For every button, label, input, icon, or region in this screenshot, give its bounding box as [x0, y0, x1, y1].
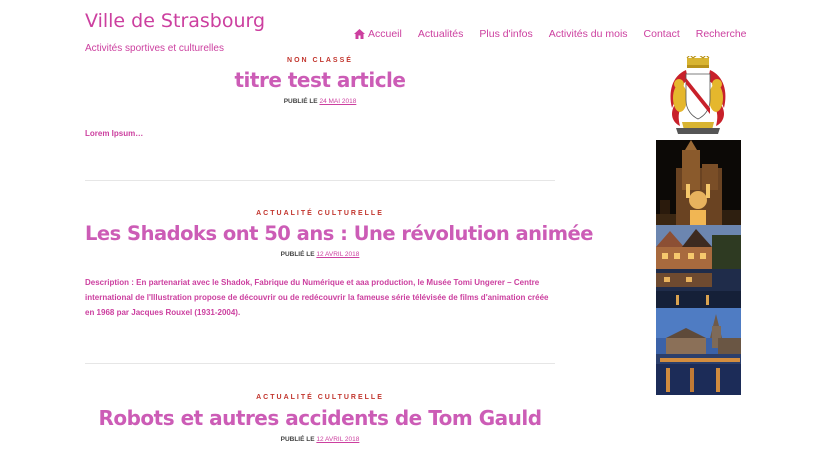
nav-item-accueil[interactable]: Accueil — [354, 28, 402, 40]
petite-france-photo — [656, 225, 741, 308]
post-meta-prefix: PUBLIÉ LE — [280, 436, 315, 443]
post-divider — [85, 180, 555, 181]
post-category[interactable]: ACTUALITÉ CULTURELLE — [85, 394, 555, 401]
post-date[interactable]: 12 AVRIL 2018 — [316, 251, 359, 258]
nav-item-actualites[interactable]: Actualités — [418, 28, 464, 40]
post-title[interactable]: Les Shadoks ont 50 ans : Une révolution … — [85, 222, 594, 245]
nav-item-activites-mois[interactable]: Activités du mois — [549, 28, 628, 40]
coat-of-arms-icon — [670, 56, 726, 134]
cathedral-night-photo — [656, 140, 741, 225]
post-category[interactable]: NON CLASSÉ — [85, 57, 555, 64]
nav-item-plus-infos[interactable]: Plus d'infos — [479, 28, 532, 40]
nav-label: Plus d'infos — [479, 28, 533, 40]
ponts-couverts-photo — [656, 308, 741, 395]
post-divider — [85, 363, 555, 364]
nav-label: Activités du mois — [548, 28, 628, 40]
post-meta: PUBLIÉ LE 12 AVRIL 2018 — [85, 251, 555, 258]
post-meta-prefix: PUBLIÉ LE — [280, 251, 315, 258]
post-meta: PUBLIÉ LE 12 AVRIL 2018 — [85, 436, 555, 443]
site-tagline: Activités sportives et culturelles — [85, 43, 224, 54]
post-date[interactable]: 12 AVRIL 2018 — [316, 436, 359, 443]
post-category[interactable]: ACTUALITÉ CULTURELLE — [85, 210, 555, 217]
nav-label: Contact — [643, 28, 680, 40]
nav-label: Recherche — [695, 28, 747, 40]
nav-label: Actualités — [417, 28, 464, 40]
post-title[interactable]: titre test article — [85, 68, 555, 92]
post-meta: PUBLIÉ LE 24 MAI 2018 — [85, 98, 555, 105]
home-icon — [354, 29, 365, 39]
post-title[interactable]: Robots et autres accidents de Tom Gauld — [85, 406, 555, 430]
nav-label: Accueil — [368, 28, 402, 40]
post-article: NON CLASSÉ titre test article PUBLIÉ LE … — [85, 57, 555, 141]
site-title[interactable]: Ville de Strasbourg — [85, 10, 265, 32]
post-article: ACTUALITÉ CULTURELLE Robots et autres ac… — [85, 394, 555, 443]
nav-item-recherche[interactable]: Recherche — [696, 28, 747, 40]
post-excerpt: Lorem Ipsum… — [85, 129, 144, 138]
post-meta-prefix: PUBLIÉ LE — [283, 98, 318, 105]
post-excerpt: Description : En partenariat avec le Sha… — [85, 278, 549, 317]
main-nav: Accueil Actualités Plus d'infos Activité… — [354, 28, 747, 40]
post-article: ACTUALITÉ CULTURELLE Les Shadoks ont 50 … — [85, 210, 594, 320]
nav-item-contact[interactable]: Contact — [644, 28, 680, 40]
post-date[interactable]: 24 MAI 2018 — [319, 98, 356, 105]
